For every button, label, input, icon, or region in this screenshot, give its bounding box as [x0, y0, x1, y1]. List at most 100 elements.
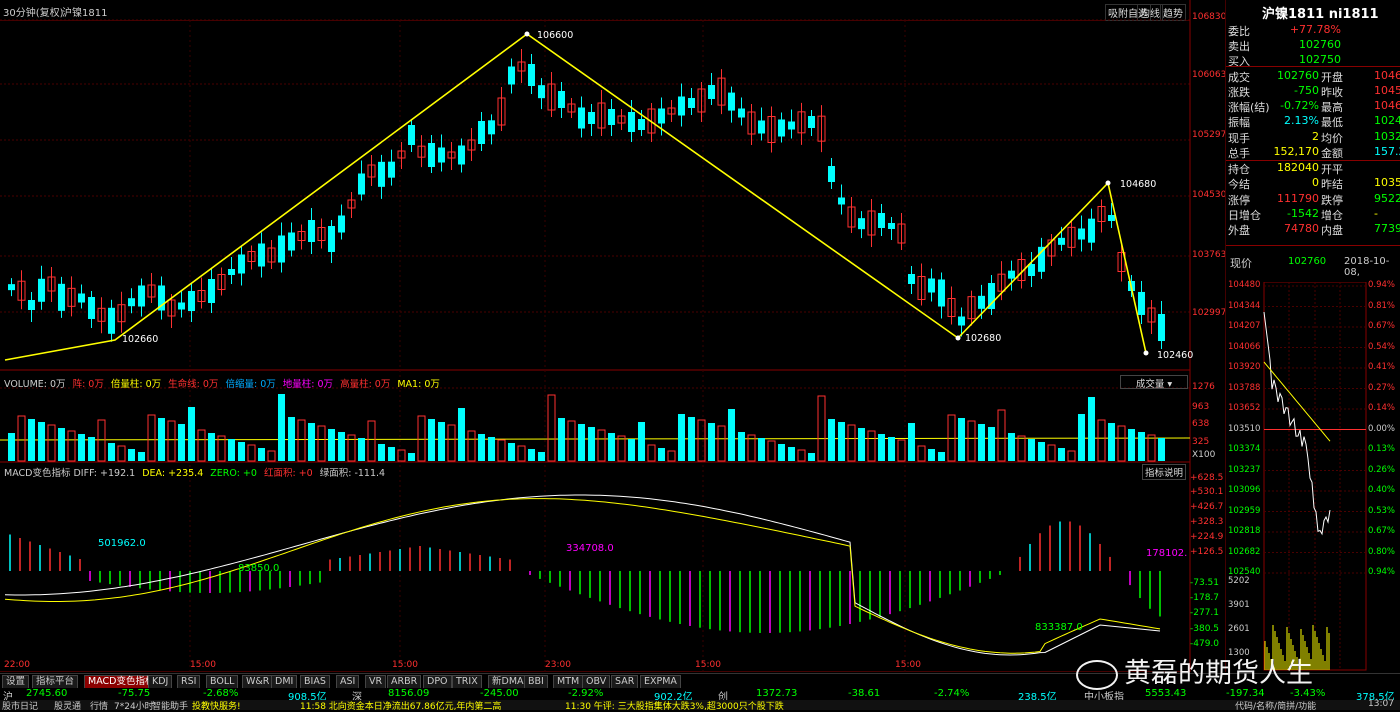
macd-diff-line	[4, 494, 1161, 656]
tab-RSI[interactable]: RSI	[177, 675, 201, 689]
quote-row: 今结0昨结10351	[1228, 176, 1400, 191]
tab-W&R[interactable]: W&R	[242, 675, 274, 689]
volume-bar	[178, 424, 185, 461]
mini-price-tick: 2601	[1228, 624, 1250, 634]
volume-indicator-dropdown[interactable]: 成交量 ▾	[1120, 375, 1188, 390]
macd-tick: +126.5	[1190, 547, 1224, 557]
volume-bar	[997, 409, 1006, 462]
macd-tick: -479.0	[1190, 639, 1220, 649]
candle	[617, 109, 626, 130]
volume-bar	[888, 437, 895, 461]
volume-bar	[58, 428, 65, 461]
candle	[128, 288, 135, 314]
candle	[688, 88, 695, 115]
ticker-item: 1372.73	[756, 688, 798, 699]
candle	[458, 138, 465, 173]
tab-EXPMA[interactable]: EXPMA	[640, 675, 681, 689]
watermark: 黄磊的期货人生	[1076, 651, 1313, 690]
tab-SAR[interactable]: SAR	[611, 675, 639, 689]
status-item-724[interactable]: 7*24小时	[114, 699, 154, 712]
tab-BBI[interactable]: BBI	[524, 675, 548, 689]
tab-TRIX[interactable]: TRIX	[452, 675, 482, 689]
volume-bar	[428, 419, 435, 461]
news-item-1[interactable]: 11:58 北向资金本日净流出67.86亿元,年内第二高	[300, 699, 501, 712]
macd-label-2: 334708.0	[566, 543, 614, 554]
mini-pct-tick: 0.80%	[1368, 546, 1396, 557]
tab-设置[interactable]: 设置	[2, 675, 30, 689]
news-item-2[interactable]: 11:30 午评: 三大股指集体大跌3%,超3000只个股下跌	[565, 699, 784, 712]
tab-BOLL[interactable]: BOLL	[206, 675, 239, 689]
volume-bar	[38, 422, 45, 461]
price-tick: 104530	[1192, 190, 1227, 200]
intraday-mini-chart[interactable]	[1226, 282, 1400, 672]
candle	[538, 78, 545, 110]
volume-bar	[338, 432, 345, 461]
status-item-diary[interactable]: 股市日记	[2, 699, 38, 712]
ticker-item: -38.61	[848, 688, 881, 699]
now-price-label: 现价	[1230, 257, 1252, 270]
candle	[367, 155, 376, 186]
volume-bar	[188, 407, 195, 461]
tab-新DMA[interactable]: 新DMA	[488, 675, 528, 689]
tab-VR[interactable]: VR	[365, 675, 387, 689]
candle	[558, 82, 565, 118]
volume-bar	[367, 420, 376, 462]
candle	[388, 149, 395, 186]
volume-bar	[1067, 450, 1076, 462]
kline-chart-area[interactable]	[0, 0, 1225, 672]
clock: 13:07	[1368, 699, 1394, 709]
candle	[47, 267, 56, 302]
candle	[447, 142, 456, 170]
quote-row: 外盘 74780 内盘 7739	[1228, 222, 1400, 237]
candle	[408, 119, 415, 152]
candle	[1078, 215, 1085, 252]
indicator-help-button[interactable]: 指标说明	[1142, 464, 1187, 480]
volume-bar	[158, 418, 165, 461]
status-item-quote[interactable]: 行情	[90, 699, 108, 712]
volume-bar	[197, 429, 206, 462]
tab-OBV[interactable]: OBV	[582, 675, 611, 689]
volume-bar	[817, 395, 826, 462]
quote-row: 成交102760开盘10460	[1228, 69, 1400, 84]
tab-ASI[interactable]: ASI	[336, 675, 360, 689]
mini-price-tick: 102818	[1228, 526, 1261, 536]
ticker-item: -2.68%	[203, 688, 239, 699]
tab-MTM[interactable]: MTM	[553, 675, 584, 689]
volume-bar	[267, 450, 276, 462]
volume-bar	[838, 422, 845, 461]
mini-price-tick: 104207	[1228, 321, 1261, 331]
now-price-value: 102760	[1288, 256, 1327, 267]
candle	[908, 266, 915, 294]
candle	[97, 297, 106, 334]
tab-DPO[interactable]: DPO	[423, 675, 452, 689]
candle	[478, 112, 485, 151]
volume-bar	[628, 439, 635, 461]
volume-bar	[938, 452, 945, 461]
volume-bar	[858, 428, 865, 461]
mini-pct-tick: 0.13%	[1368, 444, 1396, 454]
tab-KDJ[interactable]: KDJ	[148, 675, 173, 689]
tab-指标平台[interactable]: 指标平台	[32, 675, 79, 689]
tab-DMI[interactable]: DMI	[271, 675, 298, 689]
volume-bar	[238, 442, 245, 461]
mini-price-tick: 5202	[1228, 576, 1250, 586]
mini-price-tick: 104066	[1228, 341, 1261, 352]
price-tick: 105297	[1192, 130, 1227, 140]
mini-pct-tick: 0.81%	[1368, 300, 1396, 311]
volume-bar	[738, 432, 745, 461]
code-search-input[interactable]: 代码/名称/简拼/功能	[1235, 699, 1316, 712]
quote-row: 委比 +77.78%	[1228, 23, 1341, 38]
volume-bar	[678, 414, 685, 461]
status-item-gulingtong[interactable]: 股灵通	[54, 699, 81, 712]
low-label-3: 102460	[1157, 350, 1194, 361]
status-item-assistant[interactable]: 智能助手	[152, 699, 188, 712]
status-item-edu[interactable]: 投教快服务!	[192, 699, 241, 712]
volume-bar	[538, 452, 545, 461]
tab-ARBR[interactable]: ARBR	[387, 675, 422, 689]
volume-bar	[797, 449, 806, 462]
volume-bar	[808, 453, 815, 461]
candle	[328, 220, 335, 263]
volume-bar	[167, 420, 176, 462]
tab-BIAS[interactable]: BIAS	[300, 675, 330, 689]
candle	[67, 276, 76, 317]
